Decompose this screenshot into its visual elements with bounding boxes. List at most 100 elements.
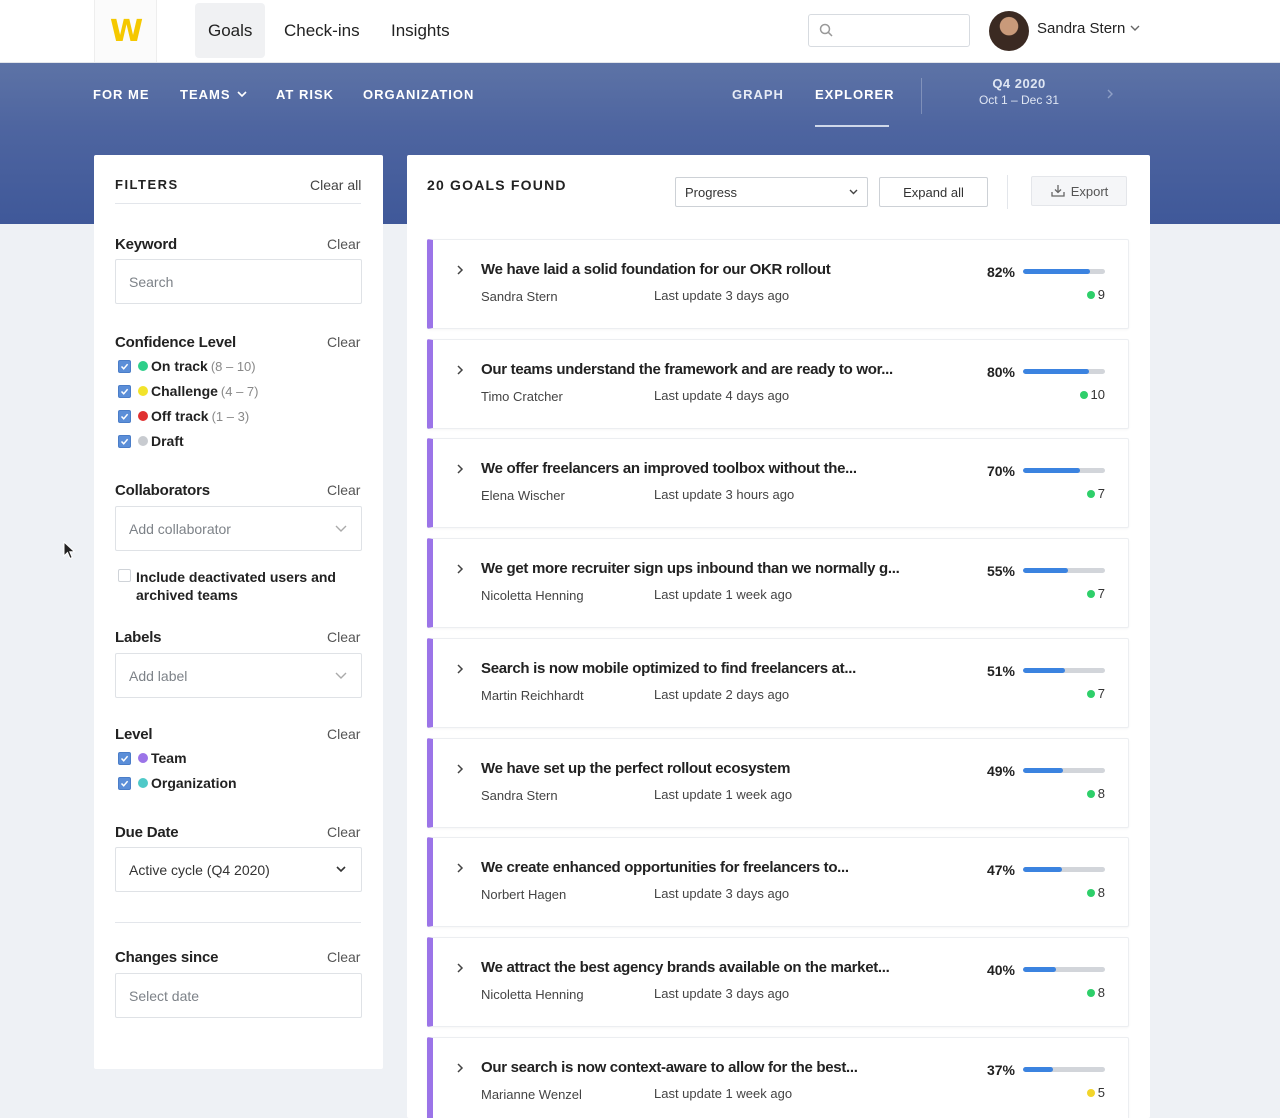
clear-all-link[interactable]: Clear all (310, 177, 361, 193)
divider (921, 78, 922, 114)
collaborators-label: Collaborators (115, 482, 210, 499)
goal-progress-bar (1023, 967, 1105, 972)
goal-last-update: Last update 1 week ago (654, 787, 793, 802)
tab-check-ins[interactable]: Check-ins (271, 3, 373, 58)
confidence-dot (1086, 589, 1095, 598)
goal-confidence: 7 (1053, 586, 1105, 601)
goal-title[interactable]: We create enhanced opportunities for fre… (481, 859, 849, 876)
option-label: Draft (151, 433, 184, 449)
chevron-right-icon[interactable] (455, 463, 465, 475)
checkbox-unchecked[interactable] (118, 569, 131, 582)
export-button[interactable]: Export (1031, 176, 1127, 206)
subnav-for-me[interactable]: FOR ME (93, 87, 150, 102)
chevron-right-icon[interactable] (455, 962, 465, 974)
confidence-on-track-option[interactable]: On track (8 – 10) (118, 358, 256, 374)
subnav-graph[interactable]: GRAPH (732, 87, 784, 102)
chevron-right-icon[interactable] (455, 1062, 465, 1074)
changes-since-date-input[interactable]: Select date (115, 973, 362, 1018)
keyword-search-input[interactable]: Search (115, 259, 362, 304)
chevron-right-icon[interactable] (455, 364, 465, 376)
level-clear-link[interactable]: Clear (327, 726, 360, 742)
label-select[interactable]: Add label (115, 653, 362, 698)
goal-owner: Sandra Stern (481, 788, 558, 803)
chevron-right-icon[interactable] (1104, 88, 1116, 100)
user-name[interactable]: Sandra Stern (1037, 20, 1125, 37)
goal-card[interactable]: Search is now mobile optimized to find f… (427, 638, 1129, 728)
confidence-clear-link[interactable]: Clear (327, 334, 360, 350)
chevron-right-icon[interactable] (455, 264, 465, 276)
collaborator-select[interactable]: Add collaborator (115, 506, 362, 551)
confidence-level-label: Confidence Level (115, 334, 236, 351)
checkbox-checked[interactable] (118, 384, 131, 398)
confidence-off-track-option[interactable]: Off track (1 – 3) (118, 408, 249, 424)
sort-select[interactable]: Progress (675, 177, 868, 207)
goal-owner: Marianne Wenzel (481, 1087, 582, 1102)
goal-title[interactable]: Our teams understand the framework and a… (481, 361, 893, 378)
collaborators-clear-link[interactable]: Clear (327, 482, 360, 498)
subnav-organization[interactable]: ORGANIZATION (363, 87, 474, 102)
chevron-down-icon (336, 866, 346, 873)
cycle-range[interactable]: Oct 1 – Dec 31 (960, 93, 1078, 107)
chevron-right-icon[interactable] (455, 862, 465, 874)
search-icon (819, 23, 833, 37)
app-logo[interactable]: W (94, 0, 157, 62)
goal-title[interactable]: We have laid a solid foundation for our … (481, 261, 831, 278)
confidence-value: 8 (1097, 786, 1105, 801)
user-avatar[interactable] (989, 11, 1029, 51)
goal-title[interactable]: We offer freelancers an improved toolbox… (481, 460, 857, 477)
progress-fill (1023, 867, 1062, 872)
chevron-down-icon[interactable] (1129, 22, 1141, 34)
goal-card[interactable]: Our search is now context-aware to allow… (427, 1037, 1129, 1118)
due-date-clear-link[interactable]: Clear (327, 824, 360, 840)
goal-card[interactable]: We get more recruiter sign ups inbound t… (427, 538, 1129, 628)
subnav-at-risk[interactable]: AT RISK (276, 87, 334, 102)
goal-card[interactable]: We attract the best agency brands availa… (427, 937, 1129, 1027)
goal-last-update: Last update 4 days ago (654, 388, 790, 403)
goal-card[interactable]: We have laid a solid foundation for our … (427, 239, 1129, 329)
confidence-draft-option[interactable]: Draft (118, 433, 184, 449)
include-deactivated-checkbox-row[interactable] (118, 569, 138, 582)
subnav-teams-label: TEAMS (180, 87, 231, 102)
checkbox-checked[interactable] (118, 409, 131, 423)
chevron-right-icon[interactable] (455, 563, 465, 575)
checkbox-checked[interactable] (118, 751, 131, 765)
goal-card[interactable]: We offer freelancers an improved toolbox… (427, 438, 1129, 528)
goal-title[interactable]: Our search is now context-aware to allow… (481, 1059, 858, 1076)
subnav-teams[interactable]: TEAMS (180, 87, 247, 102)
chevron-down-icon (237, 91, 247, 98)
checkbox-checked[interactable] (118, 434, 131, 448)
option-range: (8 – 10) (210, 358, 256, 374)
goal-title[interactable]: Search is now mobile optimized to find f… (481, 660, 856, 677)
goal-title[interactable]: We have set up the perfect rollout ecosy… (481, 760, 790, 777)
progress-fill (1023, 468, 1081, 473)
tab-insights[interactable]: Insights (378, 3, 463, 58)
goal-title[interactable]: We get more recruiter sign ups inbound t… (481, 560, 900, 577)
goal-card[interactable]: We have set up the perfect rollout ecosy… (427, 738, 1129, 828)
checkbox-checked[interactable] (118, 776, 131, 790)
cycle-title[interactable]: Q4 2020 (960, 76, 1078, 91)
tab-goals[interactable]: Goals (195, 3, 266, 58)
global-search-input[interactable] (808, 14, 970, 47)
subnav-explorer[interactable]: EXPLORER (815, 87, 895, 102)
goal-card[interactable]: We create enhanced opportunities for fre… (427, 837, 1129, 927)
goal-last-update: Last update 3 days ago (654, 986, 790, 1001)
goal-title[interactable]: We attract the best agency brands availa… (481, 959, 890, 976)
due-date-select[interactable]: Active cycle (Q4 2020) (115, 847, 362, 892)
progress-fill (1023, 369, 1089, 374)
keyword-clear-link[interactable]: Clear (327, 236, 360, 252)
check-icon (120, 413, 129, 420)
goal-card[interactable]: Our teams understand the framework and a… (427, 339, 1129, 429)
level-organization-option[interactable]: Organization (118, 775, 237, 791)
labels-clear-link[interactable]: Clear (327, 629, 360, 645)
goal-confidence: 5 (1053, 1085, 1105, 1100)
goal-progress-bar (1023, 468, 1105, 473)
chevron-right-icon[interactable] (455, 763, 465, 775)
expand-all-button[interactable]: Expand all (879, 177, 988, 207)
checkbox-checked[interactable] (118, 359, 131, 373)
chevron-down-icon (849, 189, 858, 195)
include-deactivated-label[interactable]: Include deactivated users and archived t… (136, 568, 336, 604)
level-team-option[interactable]: Team (118, 750, 187, 766)
changes-since-clear-link[interactable]: Clear (327, 949, 360, 965)
confidence-challenge-option[interactable]: Challenge (4 – 7) (118, 383, 258, 399)
chevron-right-icon[interactable] (455, 663, 465, 675)
